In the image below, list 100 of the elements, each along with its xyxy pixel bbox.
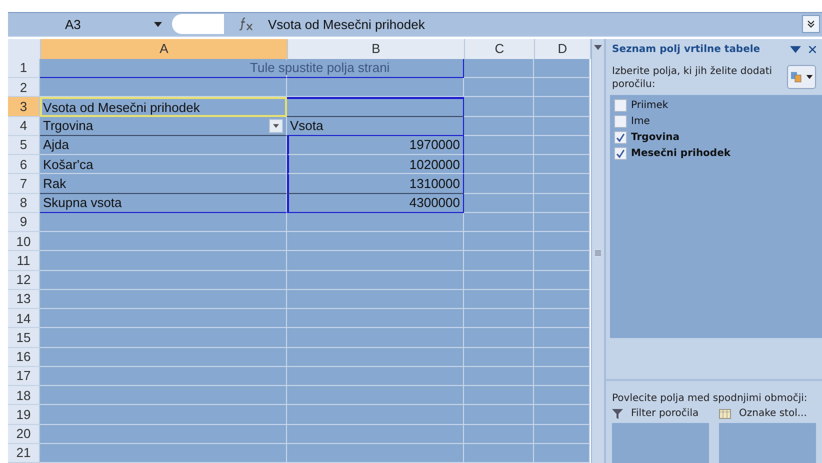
row-header[interactable]: 7: [8, 174, 40, 194]
field-item[interactable]: Ime: [614, 114, 818, 128]
table-cell: [534, 309, 590, 328]
table-cell: [534, 251, 590, 270]
table-cell: [464, 366, 534, 386]
grip-icon: [595, 250, 601, 256]
row-header[interactable]: 5: [8, 136, 40, 155]
cell-text: Skupna vsota: [43, 195, 123, 210]
table-cell: [534, 386, 590, 406]
table-cell: [464, 97, 534, 116]
field-item[interactable]: Priimek: [614, 98, 818, 112]
name-box[interactable]: A3: [8, 13, 148, 36]
row-header[interactable]: 13: [8, 290, 40, 309]
table-cell: [534, 424, 590, 444]
row-header[interactable]: 15: [8, 328, 40, 348]
instruction-text: Izberite polja, ki jih želite dodati poročilu:: [612, 64, 774, 91]
cell-text: Ajda: [43, 137, 70, 152]
scroll-bar[interactable]: [591, 38, 604, 463]
table-icon: [719, 408, 731, 418]
table-cell: [534, 78, 590, 98]
area-label: Oznake stol...: [739, 408, 807, 419]
row-header[interactable]: 1: [8, 58, 40, 78]
cell-text: 1310000: [409, 176, 460, 191]
checkbox[interactable]: [614, 146, 627, 160]
table-cell: [534, 405, 590, 424]
row-header[interactable]: 20: [8, 424, 40, 444]
formula-button-area: [172, 14, 224, 34]
checkbox[interactable]: [614, 130, 627, 144]
function-icon[interactable]: [238, 17, 254, 32]
table-cell: [534, 290, 590, 309]
table-cell: [464, 444, 534, 463]
cell-text: Vsota od Mesečni prihodek: [43, 100, 201, 115]
table-cell: [464, 78, 534, 98]
caret-icon: [273, 124, 279, 128]
row-header[interactable]: 21: [8, 444, 40, 463]
row-header[interactable]: 14: [8, 309, 40, 328]
caret-icon: [806, 74, 813, 79]
area-label: Filter poročila: [631, 408, 699, 419]
column-header[interactable]: C: [465, 38, 535, 59]
dropdown-icon: [790, 46, 801, 54]
table-cell: [534, 155, 590, 174]
column-header[interactable]: D: [535, 38, 591, 59]
select-all-corner[interactable]: [8, 38, 41, 59]
table-cell: [464, 405, 534, 424]
table-cell: [534, 174, 590, 194]
cell-text: Košar'ca: [43, 156, 94, 172]
filter-icon: [612, 408, 623, 418]
table-cell: [534, 270, 590, 290]
table-cell: [464, 270, 534, 290]
table-cell: [464, 58, 534, 78]
row-header[interactable]: 12: [8, 270, 40, 290]
row-header[interactable]: 6: [8, 155, 40, 174]
table-cell: [534, 212, 590, 232]
caret-icon: [154, 22, 162, 27]
table-cell: [534, 136, 590, 155]
expand-icon[interactable]: [802, 15, 820, 34]
row-header[interactable]: 9: [8, 212, 40, 232]
field-item[interactable]: Mesečni prihodek: [614, 146, 818, 160]
table-cell: [464, 251, 534, 270]
table-cell: [464, 309, 534, 328]
table-cell: [534, 232, 590, 252]
table-cell: [534, 194, 590, 213]
table-cell: [534, 366, 590, 386]
row-header[interactable]: 3: [8, 97, 40, 116]
checkbox[interactable]: [614, 98, 627, 112]
checkbox[interactable]: [614, 114, 627, 128]
column-header[interactable]: A: [41, 38, 288, 59]
row-header[interactable]: 11: [8, 251, 40, 270]
cell-text: 1970000: [409, 137, 460, 152]
row-header[interactable]: 4: [8, 116, 40, 136]
table-cell: [464, 328, 534, 348]
cell-text: 1020000: [409, 156, 460, 172]
cell-text: Trgovina: [43, 118, 94, 134]
formula-field[interactable]: Vsota od Mesečni prihodek: [268, 16, 802, 32]
table-cell: [534, 328, 590, 348]
table-cell: [534, 116, 590, 136]
table-cell: [534, 348, 590, 367]
panel-title: Seznam polj vrtilne tabele: [612, 44, 760, 56]
row-header[interactable]: 8: [8, 194, 40, 213]
drop-hint: Tule spustite polja strani: [250, 60, 390, 76]
cell-text: 4300000: [409, 195, 460, 210]
layout-button[interactable]: [786, 64, 816, 89]
drag-instruction: Povlecite polja med spodnjimi območji:: [611, 392, 808, 406]
row-header[interactable]: 17: [8, 366, 40, 386]
cell-text: Rak: [43, 176, 68, 191]
row-header[interactable]: 10: [8, 232, 40, 252]
row-header[interactable]: 18: [8, 386, 40, 406]
row-header[interactable]: 2: [8, 78, 40, 98]
table-cell: [464, 424, 534, 444]
field-item[interactable]: Trgovina: [614, 130, 818, 144]
table-cell: [534, 97, 590, 116]
table-cell: [464, 348, 534, 367]
table-cell: [534, 444, 590, 463]
row-header[interactable]: 19: [8, 405, 40, 424]
close-icon[interactable]: [809, 46, 816, 54]
table-cell: [464, 212, 534, 232]
table-cell: [464, 290, 534, 309]
column-header[interactable]: B: [288, 38, 465, 59]
row-header[interactable]: 16: [8, 348, 40, 367]
filter-dropdown-button[interactable]: [269, 118, 283, 133]
